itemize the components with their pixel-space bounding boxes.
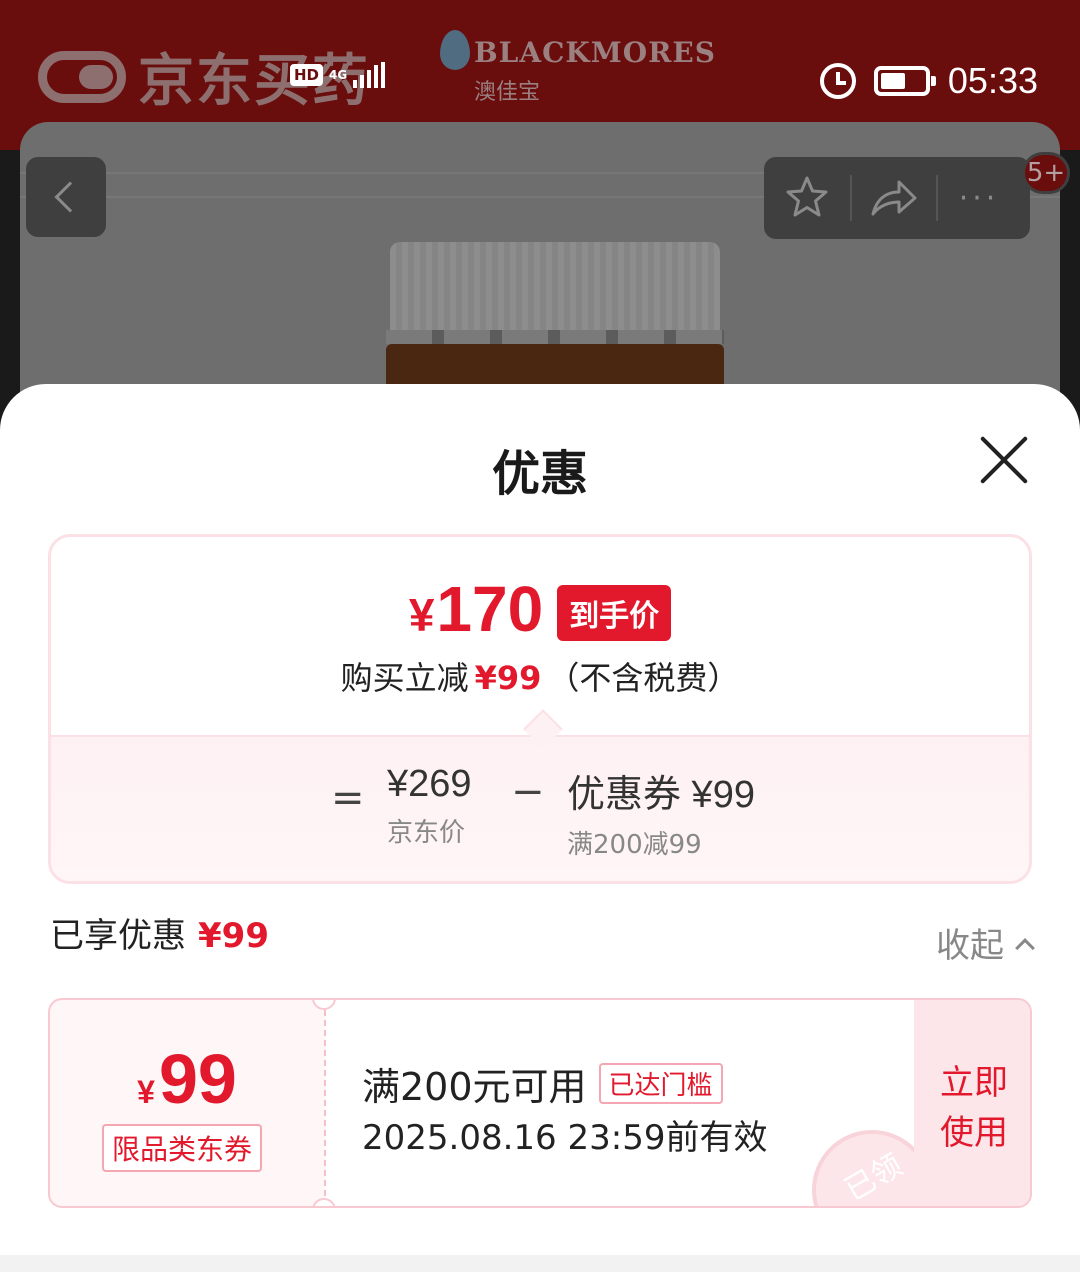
discount-sheet: 优惠 ¥170 到手价 购买立减 ¥99 （不含税费） = ¥269 京东价 − 优… [0,384,1080,1272]
final-price-card: ¥170 到手价 购买立减 ¥99 （不含税费） = ¥269 京东价 − 优惠券 … [48,534,1032,884]
use-now-button[interactable]: 立即 使用 [914,1000,1030,1206]
reduction-prefix: 购买立减 [340,659,469,697]
coupon-amount: ¥99 [137,1040,237,1118]
enjoyed-label: 已享优惠 [50,916,186,956]
star-icon [786,176,828,217]
favorite-button[interactable] [764,157,850,239]
battery-icon [873,66,936,96]
message-badge: 5+ [1022,152,1070,194]
product-actions: ··· [764,157,1030,239]
coupon-details: 满200元可用 已达门槛 2025.08.16 23:59前有效 已领 [326,1000,932,1206]
coupon-condition: 满200元可用 [362,1065,587,1109]
price-breakdown: = ¥269 京东价 − 优惠券 ¥99 满200减99 [51,735,1029,881]
coupon-value: ¥99 限品类东券 [50,1000,324,1206]
minus-sign: − [511,769,545,815]
status-bar: HD 4G 05:33 [0,54,1080,110]
coupon-condition-row: 满200元可用 已达门槛 [362,1056,723,1111]
coupon-deduction-col: 优惠券 ¥99 满200减99 [567,763,755,861]
coupon-validity: 2025.08.16 23:59前有效 [362,1118,768,1158]
jd-price-col: ¥269 京东价 [387,763,472,849]
more-button[interactable]: ··· [936,157,1022,239]
reduction-amount: ¥99 [474,659,542,697]
bottle-cap-rim [386,330,724,344]
close-button[interactable] [978,434,1030,486]
jd-price-label: 京东价 [387,818,466,848]
footer-band [0,1255,1080,1272]
back-button[interactable] [26,157,106,237]
network-indicator: HD 4G [290,62,386,88]
final-price-tag: 到手价 [557,585,672,641]
more-dots-icon: ··· [958,180,1000,216]
collapse-label: 收起 [936,926,1004,966]
chevron-left-icon [54,181,86,213]
coupon-rule: 满200减99 [567,830,702,860]
final-price-row: ¥170 到手价 [51,577,1029,647]
instant-reduction: 购买立减 ¥99 （不含税费） [51,653,1029,699]
enjoyed-discount: 已享优惠 ¥99 [50,908,269,957]
collapse-button[interactable]: 收起 [936,918,1035,967]
coupon-type: 限品类东券 [102,1124,263,1172]
enjoyed-amount: ¥99 [198,916,269,956]
sheet-title: 优惠 [491,446,588,502]
network-generation: 4G [329,68,348,82]
alarm-icon [819,63,856,99]
coupon-deduction: 优惠券 ¥99 [567,774,755,816]
final-price-section: ¥170 到手价 购买立减 ¥99 （不含税费） [51,537,1029,735]
chevron-up-icon [1015,937,1035,958]
final-price: ¥170 [408,573,544,645]
clock: 05:33 [947,60,1038,101]
share-button[interactable] [850,157,936,239]
coupon-card: ¥99 限品类东券 满200元可用 已达门槛 2025.08.16 23:59前… [48,998,1032,1208]
share-icon [871,180,917,216]
jd-price: ¥269 [387,763,472,805]
use-now-label: 立即 使用 [940,1063,1008,1153]
hd-badge: HD [290,64,324,86]
signal-icon [353,62,386,88]
reduction-suffix: （不含税费） [547,659,740,697]
status-right: 05:33 [819,60,1038,102]
equals-sign: = [331,775,365,821]
bottle-cap [390,242,720,334]
threshold-reached-badge: 已达门槛 [598,1063,723,1104]
